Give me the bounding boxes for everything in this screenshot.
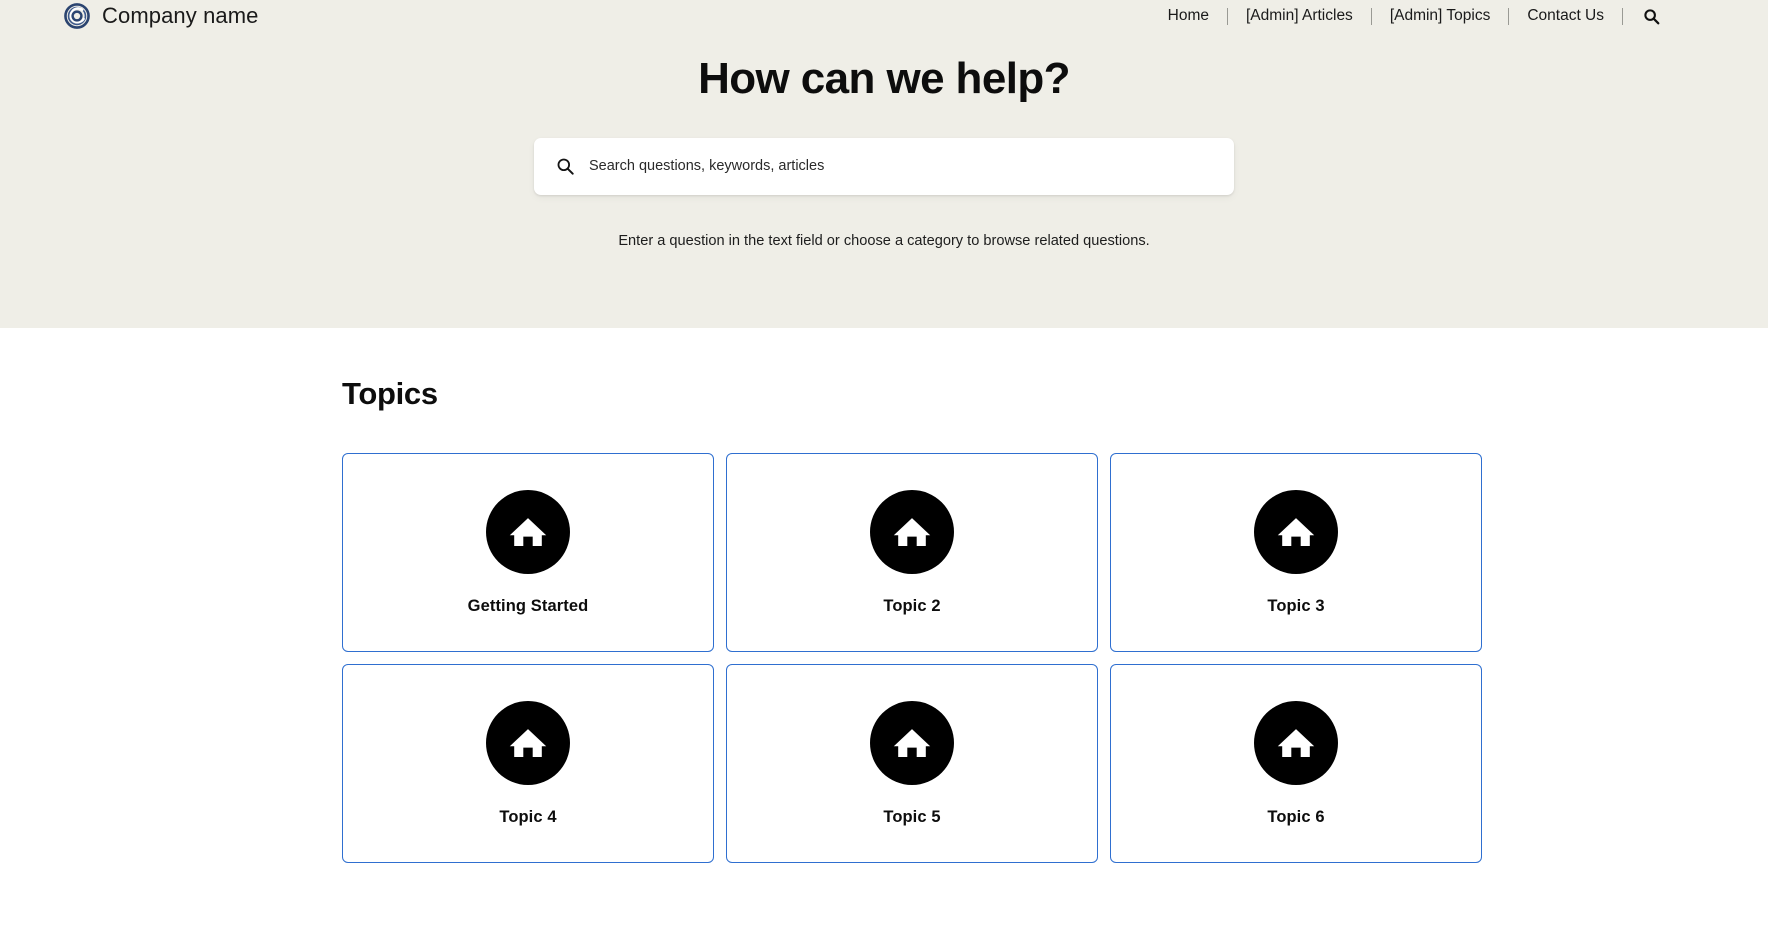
topics-container: Topics Getting Started Topic 2 Topic 3 T… [316,376,1482,863]
topic-card-topic-6[interactable]: Topic 6 [1110,664,1482,863]
search-box[interactable] [534,137,1234,195]
topic-card-label: Topic 3 [1267,596,1325,615]
home-icon [486,489,570,574]
search-area [534,137,1234,195]
nav-link-contact-us[interactable]: Contact Us [1509,8,1622,24]
nav-link-admin-topics[interactable]: [Admin] Topics [1372,8,1509,24]
topic-card-label: Topic 6 [1267,807,1325,826]
page-title: How can we help? [698,54,1070,103]
topic-card-label: Topic 2 [883,596,941,615]
nav-link-admin-articles[interactable]: [Admin] Articles [1228,8,1371,24]
nav-search-button[interactable] [1623,8,1676,25]
topic-card-topic-5[interactable]: Topic 5 [726,664,1098,863]
topic-card-topic-3[interactable]: Topic 3 [1110,453,1482,652]
home-icon [1254,700,1338,785]
home-icon [1254,489,1338,574]
home-icon [870,700,954,785]
hero-subtitle: Enter a question in the text field or ch… [618,232,1150,249]
main-content: Topics Getting Started Topic 2 Topic 3 T… [0,376,1768,863]
topic-card-label: Getting Started [467,596,589,615]
search-input[interactable] [589,137,1212,195]
nav-link-home[interactable]: Home [1150,8,1227,24]
spiral-circle-logo-icon [64,3,90,29]
home-icon [870,489,954,574]
topic-card-getting-started[interactable]: Getting Started [342,453,714,652]
brand-name-label: Company name [102,3,259,28]
primary-nav: Home [Admin] Articles [Admin] Topics Con… [1150,7,1676,25]
top-navigation-bar: Company name Home [Admin] Articles [Admi… [0,0,1768,32]
search-icon [556,157,575,176]
topic-card-topic-4[interactable]: Topic 4 [342,664,714,863]
topics-heading: Topics [342,376,438,411]
search-icon [1644,8,1660,24]
home-icon [486,700,570,785]
topic-card-topic-2[interactable]: Topic 2 [726,453,1098,652]
topic-card-label: Topic 4 [499,807,557,826]
topic-card-label: Topic 5 [883,807,941,826]
topics-grid: Getting Started Topic 2 Topic 3 Topic 4 … [316,453,1482,863]
hero-section: Company name Home [Admin] Articles [Admi… [0,0,1768,328]
brand-logo-link[interactable]: Company name [64,3,259,29]
